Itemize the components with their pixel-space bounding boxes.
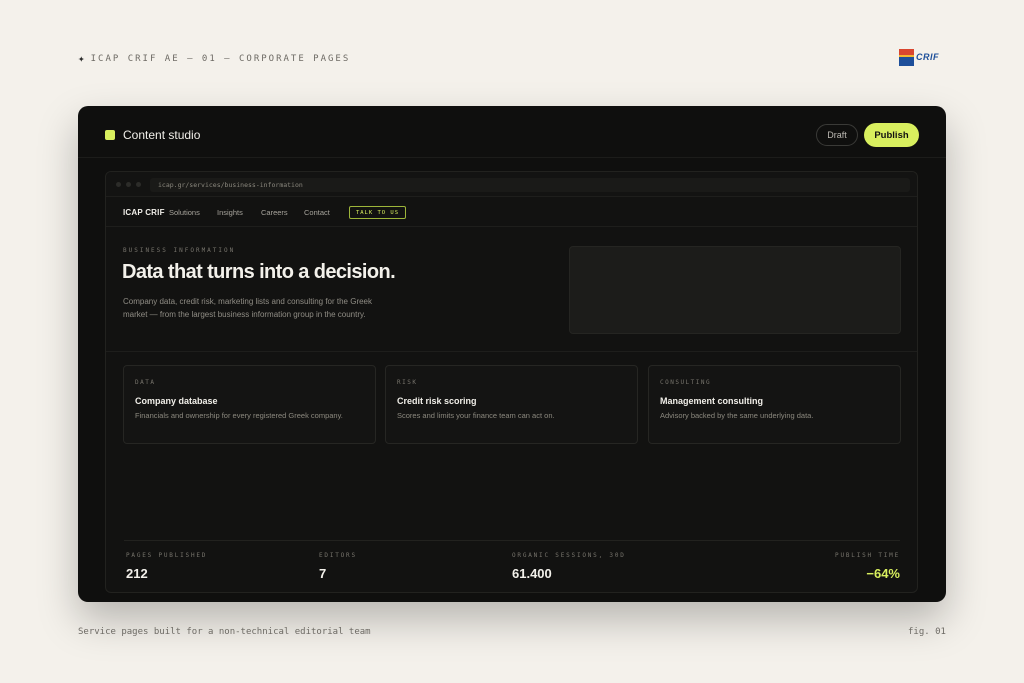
stat-value-publish-time: −64% (866, 566, 900, 581)
browser-dot-icon (136, 182, 141, 187)
card-eyebrow: CONSULTING (660, 379, 712, 386)
stat-label-pages-published: PAGES PUBLISHED (126, 552, 208, 559)
icap-crif-logo: CRIF (899, 47, 947, 67)
card-description: Financials and ownership for every regis… (135, 411, 343, 420)
card-title: Company database (135, 396, 218, 406)
nav-link-solutions[interactable]: Solutions (169, 208, 200, 217)
site-logo[interactable]: ICAP CRIF (123, 208, 165, 217)
service-card-data[interactable]: DATA Company database Financials and own… (123, 365, 376, 444)
stat-value-editors: 7 (319, 566, 327, 581)
service-card-consulting[interactable]: CONSULTING Management consulting Advisor… (648, 365, 901, 444)
window-header: Content studio Draft Publish (78, 106, 946, 158)
hero-title: Data that turns into a decision. (122, 261, 396, 283)
top-caption: ✦ ICAP CRIF AE — 01 — CORPORATE PAGES (78, 52, 350, 65)
stat-value-organic-sessions: 61.400 (512, 566, 552, 581)
draft-button[interactable]: Draft (816, 124, 858, 146)
content-studio-window: Content studio Draft Publish icap.gr/ser… (78, 106, 946, 602)
card-eyebrow: DATA (135, 379, 156, 386)
hero-eyebrow: BUSINESS INFORMATION (123, 247, 236, 254)
card-title: Credit risk scoring (397, 396, 477, 406)
hero-section: BUSINESS INFORMATION Data that turns int… (106, 228, 917, 352)
nav-link-contact[interactable]: Contact (304, 208, 330, 217)
figure-label: fig. 01 (908, 627, 946, 637)
stat-label-editors: EDITORS (319, 552, 357, 559)
hero-body: Company data, credit risk, marketing lis… (123, 297, 372, 319)
browser-dot-icon (116, 182, 121, 187)
sparkle-icon: ✦ (78, 52, 85, 65)
browser-preview: icap.gr/services/business-information IC… (105, 171, 918, 593)
app-indicator-icon (105, 130, 115, 140)
hero-image-placeholder (569, 246, 901, 334)
stat-value-pages-published: 212 (126, 566, 148, 581)
app-title: Content studio (123, 128, 201, 142)
nav-link-careers[interactable]: Careers (261, 208, 288, 217)
header-caption: ICAP CRIF AE — 01 — CORPORATE PAGES (90, 53, 351, 64)
stat-label-organic-sessions: ORGANIC SESSIONS, 30D (512, 552, 626, 559)
card-eyebrow: RISK (397, 379, 418, 386)
logo-wordmark: CRIF (916, 52, 939, 62)
card-description: Advisory backed by the same underlying d… (660, 411, 814, 420)
card-description: Scores and limits your finance team can … (397, 411, 555, 420)
publish-button[interactable]: Publish (864, 123, 919, 147)
nav-link-insights[interactable]: Insights (217, 208, 243, 217)
stat-label-publish-time: PUBLISH TIME (835, 552, 900, 559)
service-card-risk[interactable]: RISK Credit risk scoring Scores and limi… (385, 365, 638, 444)
logo-mark-icon (899, 48, 914, 66)
url-bar[interactable]: icap.gr/services/business-information (150, 178, 910, 192)
browser-toolbar: icap.gr/services/business-information (106, 172, 917, 197)
site-nav: ICAP CRIF Solutions Insights Careers Con… (106, 198, 917, 227)
figure-caption: Service pages built for a non-technical … (78, 627, 371, 637)
talk-to-us-button[interactable]: TALK TO US (349, 206, 406, 219)
browser-dot-icon (126, 182, 131, 187)
card-title: Management consulting (660, 396, 764, 406)
stats-row: PAGES PUBLISHED 212 EDITORS 7 ORGANIC SE… (124, 540, 900, 592)
